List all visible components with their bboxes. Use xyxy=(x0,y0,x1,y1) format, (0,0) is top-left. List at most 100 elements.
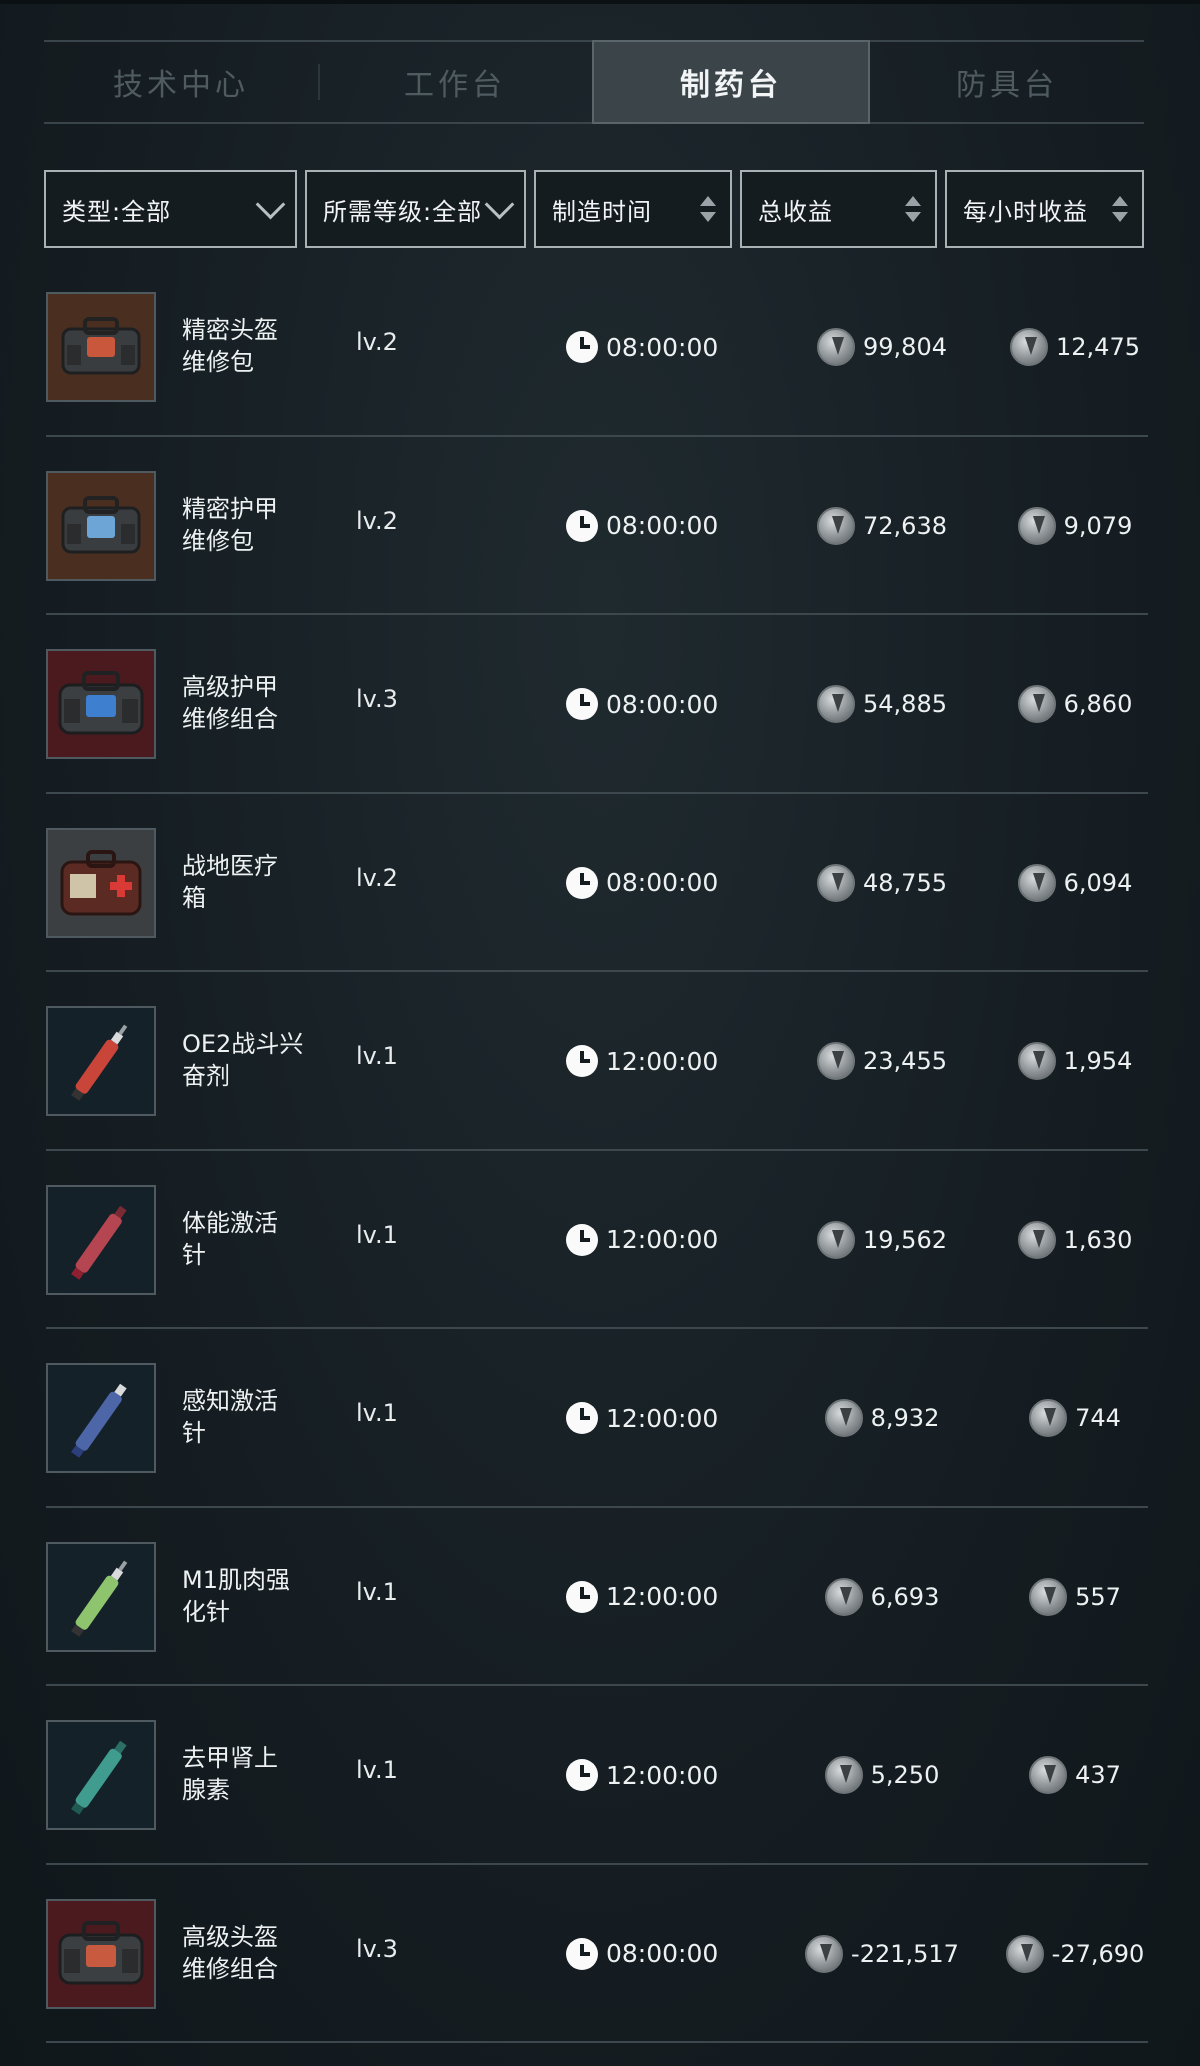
hourly-profit-value: -27,690 xyxy=(1051,1939,1145,1968)
total-profit-value: 54,885 xyxy=(863,690,947,718)
craft-time-value: 12:00:00 xyxy=(606,1046,719,1076)
craft-time: 08:00:00 xyxy=(566,322,718,372)
item-level: lv.1 xyxy=(356,1756,398,1784)
coin-icon xyxy=(1010,328,1048,366)
item-level: lv.2 xyxy=(356,328,398,356)
tab-pharmacy[interactable]: 制药台 xyxy=(592,40,870,124)
craft-time: 12:00:00 xyxy=(566,1750,718,1800)
total-profit-value: 72,638 xyxy=(863,511,947,540)
sort-icon xyxy=(1112,196,1128,226)
clock-icon xyxy=(566,866,598,899)
total-profit: 8,932 xyxy=(782,1393,982,1443)
top-border xyxy=(0,0,1200,4)
list-item[interactable]: 战地医疗 箱 lv.2 08:00:00 48,755 6,094 xyxy=(46,794,1148,972)
craft-time-value: 08:00:00 xyxy=(606,868,719,897)
syringe-icon xyxy=(46,1363,156,1473)
craft-time: 12:00:00 xyxy=(566,1393,718,1443)
hourly-profit-value: 6,860 xyxy=(1063,690,1133,718)
sort-total-label: 总收益 xyxy=(758,197,833,226)
coin-icon xyxy=(805,1934,844,1973)
craft-time-value: 08:00:00 xyxy=(606,511,719,540)
list-item[interactable]: 精密头盔 维修包 lv.2 08:00:00 99,804 12,475 xyxy=(46,258,1148,437)
item-name: 战地医疗 箱 xyxy=(182,851,278,912)
hourly-profit: 557 xyxy=(990,1572,1160,1622)
item-name: 精密头盔 维修包 xyxy=(182,316,278,376)
recipe-list: 精密头盔 维修包 lv.2 08:00:00 99,804 12,475 精密护… xyxy=(46,258,1148,2043)
total-profit: 19,562 xyxy=(782,1215,982,1265)
hourly-profit: 1,630 xyxy=(990,1215,1160,1265)
hourly-profit: 9,079 xyxy=(990,501,1160,551)
hourly-profit: 744 xyxy=(990,1393,1160,1443)
coin-icon xyxy=(1017,1042,1056,1080)
total-profit-value: 23,455 xyxy=(863,1047,947,1075)
hourly-profit-value: 557 xyxy=(1075,1582,1121,1611)
item-name: OE2战斗兴 奋剂 xyxy=(182,1030,304,1090)
craft-time: 08:00:00 xyxy=(566,501,718,551)
list-item[interactable]: 高级护甲 维修组合 lv.3 08:00:00 54,885 6,860 xyxy=(46,615,1148,794)
craft-time-value: 12:00:00 xyxy=(606,1582,719,1611)
total-profit-value: 5,250 xyxy=(870,1761,940,1789)
tab-tech-center[interactable]: 技术中心 xyxy=(44,42,318,122)
coin-icon xyxy=(1005,1934,1044,1973)
list-item[interactable]: 体能激活 针 lv.1 12:00:00 19,562 1,630 xyxy=(46,1151,1148,1329)
list-item[interactable]: 去甲肾上 腺素 lv.1 12:00:00 5,250 437 xyxy=(46,1686,1148,1865)
coin-icon xyxy=(817,506,855,545)
sort-total-button[interactable]: 总收益 xyxy=(740,170,937,248)
coin-icon xyxy=(817,1220,855,1259)
clock-icon xyxy=(566,331,598,363)
item-level: lv.1 xyxy=(356,1220,398,1249)
sort-time-button[interactable]: 制造时间 xyxy=(534,170,732,248)
hourly-profit-value: 437 xyxy=(1075,1761,1121,1789)
level-filter-dropdown[interactable]: 所需等级:全部 xyxy=(305,170,526,248)
total-profit: 54,885 xyxy=(782,679,982,729)
list-item[interactable]: M1肌肉强 化针 lv.1 12:00:00 6,693 557 xyxy=(46,1508,1148,1686)
item-level: lv.3 xyxy=(356,685,398,713)
bag-icon xyxy=(46,1898,156,2009)
total-profit: 48,755 xyxy=(782,858,982,908)
craft-time: 08:00:00 xyxy=(566,1929,718,1979)
hourly-profit: 6,860 xyxy=(990,679,1160,729)
coin-icon xyxy=(824,1577,863,1616)
total-profit-value: 19,562 xyxy=(863,1225,947,1254)
tab-armor-bench[interactable]: 防具台 xyxy=(870,42,1144,122)
total-profit-value: 99,804 xyxy=(863,333,947,361)
total-profit: 99,804 xyxy=(782,322,982,372)
item-name: M1肌肉强 化针 xyxy=(182,1565,290,1626)
workbench-tabs: 技术中心 工作台 制药台 防具台 xyxy=(44,40,1144,124)
type-filter-dropdown[interactable]: 类型:全部 xyxy=(44,170,297,248)
coin-icon xyxy=(1017,1220,1056,1259)
sort-hourly-button[interactable]: 每小时收益 xyxy=(945,170,1144,248)
tab-label: 制药台 xyxy=(680,68,782,103)
craft-time: 12:00:00 xyxy=(566,1215,718,1265)
craft-time-value: 08:00:00 xyxy=(606,689,719,719)
tab-label: 防具台 xyxy=(956,68,1058,103)
item-level: lv.1 xyxy=(356,1042,398,1070)
syringe-icon xyxy=(46,1184,156,1295)
item-level: lv.2 xyxy=(356,863,398,892)
total-profit-value: 6,693 xyxy=(870,1582,940,1611)
hourly-profit-value: 9,079 xyxy=(1063,511,1133,540)
craft-time-value: 12:00:00 xyxy=(606,1403,719,1433)
hourly-profit: 1,954 xyxy=(990,1036,1160,1086)
tab-workbench[interactable]: 工作台 xyxy=(318,42,592,122)
list-item[interactable]: 精密护甲 维修包 lv.2 08:00:00 72,638 9,079 xyxy=(46,437,1148,615)
clock-icon xyxy=(566,1580,598,1613)
bag-icon xyxy=(46,649,156,759)
syringe-icon xyxy=(46,1720,156,1830)
item-name: 精密护甲 维修包 xyxy=(182,494,278,555)
list-item[interactable]: 高级头盔 维修组合 lv.3 08:00:00 -221,517 -27,690 xyxy=(46,1865,1148,2043)
item-level: lv.2 xyxy=(356,506,398,535)
list-item[interactable]: 感知激活 针 lv.1 12:00:00 8,932 744 xyxy=(46,1329,1148,1508)
clock-icon xyxy=(566,1759,598,1791)
coin-icon xyxy=(817,328,855,366)
syringe-icon xyxy=(46,1541,156,1652)
craft-time-value: 08:00:00 xyxy=(606,1939,719,1968)
list-item[interactable]: OE2战斗兴 奋剂 lv.1 12:00:00 23,455 1,954 xyxy=(46,972,1148,1151)
bag-icon xyxy=(46,292,156,402)
craft-time-value: 12:00:00 xyxy=(606,1225,719,1254)
coin-icon xyxy=(817,863,855,902)
sort-icon xyxy=(905,196,921,226)
tab-label: 技术中心 xyxy=(113,68,249,103)
total-profit: 5,250 xyxy=(782,1750,982,1800)
hourly-profit-value: 1,954 xyxy=(1063,1047,1133,1075)
